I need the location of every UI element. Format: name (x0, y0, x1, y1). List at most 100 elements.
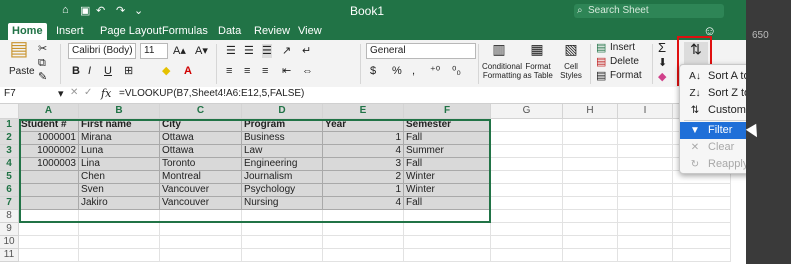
cell-g10[interactable] (491, 236, 563, 249)
format-painter-icon[interactable]: ✎ (38, 70, 47, 84)
cell-d5[interactable]: Journalism (242, 171, 323, 184)
cell-b6[interactable]: Sven (79, 184, 160, 197)
autosum-button[interactable]: Σ (658, 41, 666, 55)
cell-i7[interactable] (618, 197, 673, 210)
align-bottom-icon[interactable]: ☰ (262, 44, 272, 58)
cell-d7[interactable]: Nursing (242, 197, 323, 210)
cell-styles-label[interactable]: Cell Styles (558, 62, 584, 80)
row-header-8[interactable]: 8 (0, 210, 19, 223)
cell-e10[interactable] (323, 236, 404, 249)
orientation-icon[interactable]: ↗ (282, 44, 291, 58)
format-as-table-label[interactable]: Format as Table (520, 62, 556, 80)
cell-f2[interactable]: Fall (404, 132, 491, 145)
cell-d3[interactable]: Law (242, 145, 323, 158)
cell-a6[interactable] (19, 184, 79, 197)
row-header-9[interactable]: 9 (0, 223, 19, 236)
cell-styles-icon[interactable]: ▧ (560, 42, 582, 56)
column-header-a[interactable]: A (19, 104, 79, 119)
row-header-4[interactable]: 4 (0, 158, 19, 171)
cell-h7[interactable] (563, 197, 618, 210)
cell-b8[interactable] (79, 210, 160, 223)
format-cells-icon[interactable]: ▤ (596, 69, 606, 83)
cell-a1[interactable]: Student # (19, 119, 79, 132)
cell-g7[interactable] (491, 197, 563, 210)
cell-h11[interactable] (563, 249, 618, 262)
cell-h5[interactable] (563, 171, 618, 184)
column-header-h[interactable]: H (563, 104, 618, 119)
cell-h3[interactable] (563, 145, 618, 158)
column-header-b[interactable]: B (79, 104, 160, 119)
name-box[interactable]: F7 (4, 88, 16, 99)
cell-h2[interactable] (563, 132, 618, 145)
cell-h9[interactable] (563, 223, 618, 236)
cell-d9[interactable] (242, 223, 323, 236)
fill-color-icon[interactable]: ◆ (162, 64, 170, 78)
cell-i11[interactable] (618, 249, 673, 262)
cell-g5[interactable] (491, 171, 563, 184)
clear-eraser-icon[interactable]: ◆ (658, 70, 666, 84)
percent-button[interactable]: % (392, 64, 402, 78)
bold-button[interactable]: B (72, 64, 80, 78)
align-center-icon[interactable]: ≡ (244, 64, 250, 78)
cell-b3[interactable]: Luna (79, 145, 160, 158)
cell-b2[interactable]: Mirana (79, 132, 160, 145)
cell-i3[interactable] (618, 145, 673, 158)
align-left-icon[interactable]: ≡ (226, 64, 232, 78)
formula-input[interactable]: =VLOOKUP(B7,Sheet4!A6:E12,5,FALSE) (119, 88, 304, 99)
insert-cells-icon[interactable]: ▤ (596, 41, 606, 55)
cell-i6[interactable] (618, 184, 673, 197)
row-header-1[interactable]: 1 (0, 119, 19, 132)
cell-e4[interactable]: 3 (323, 158, 404, 171)
cell-f8[interactable] (404, 210, 491, 223)
decrease-font-icon[interactable]: A▾ (195, 44, 208, 58)
cell-h10[interactable] (563, 236, 618, 249)
decrease-decimal-icon[interactable]: ⁰₀ (452, 64, 461, 78)
name-box-dropdown-icon[interactable]: ▾ (58, 87, 64, 100)
cell-f5[interactable]: Winter (404, 171, 491, 184)
cell-e7[interactable]: 4 (323, 197, 404, 210)
cell-e5[interactable]: 2 (323, 171, 404, 184)
cell-d2[interactable]: Business (242, 132, 323, 145)
cell-j9[interactable] (673, 223, 731, 236)
cell-i2[interactable] (618, 132, 673, 145)
cell-i5[interactable] (618, 171, 673, 184)
row-header-10[interactable]: 10 (0, 236, 19, 249)
paste-clipboard-icon[interactable]: ▤ (8, 39, 30, 59)
cell-a10[interactable] (19, 236, 79, 249)
align-right-icon[interactable]: ≡ (262, 64, 268, 78)
search-sheet-input[interactable]: ⌕ Search Sheet (574, 4, 724, 18)
column-header-c[interactable]: C (160, 104, 242, 119)
cell-j6[interactable] (673, 184, 731, 197)
cell-j10[interactable] (673, 236, 731, 249)
column-header-f[interactable]: F (404, 104, 491, 119)
cell-d8[interactable] (242, 210, 323, 223)
align-middle-icon[interactable]: ☰ (244, 44, 254, 58)
save-icon[interactable]: ▣ (80, 4, 90, 17)
cell-b1[interactable]: First name (79, 119, 160, 132)
cell-j7[interactable] (673, 197, 731, 210)
cell-a3[interactable]: 1000002 (19, 145, 79, 158)
redo-icon[interactable]: ↷ (116, 4, 125, 17)
cell-e2[interactable]: 1 (323, 132, 404, 145)
align-top-icon[interactable]: ☰ (226, 44, 236, 58)
cell-b10[interactable] (79, 236, 160, 249)
cell-e1[interactable]: Year (323, 119, 404, 132)
cell-f9[interactable] (404, 223, 491, 236)
cell-a8[interactable] (19, 210, 79, 223)
fill-icon[interactable]: ⬇ (658, 56, 667, 70)
cell-g4[interactable] (491, 158, 563, 171)
cell-f3[interactable]: Summer (404, 145, 491, 158)
conditional-formatting-icon[interactable]: ▥ (488, 42, 510, 56)
cell-c1[interactable]: City (160, 119, 242, 132)
cell-b9[interactable] (79, 223, 160, 236)
font-color-icon[interactable]: A (184, 64, 192, 78)
cell-i4[interactable] (618, 158, 673, 171)
cell-g2[interactable] (491, 132, 563, 145)
cell-a5[interactable] (19, 171, 79, 184)
column-header-e[interactable]: E (323, 104, 404, 119)
row-header-11[interactable]: 11 (0, 249, 19, 262)
cell-e8[interactable] (323, 210, 404, 223)
tab-view[interactable]: View (294, 23, 326, 40)
format-as-table-icon[interactable]: ▦ (526, 42, 548, 56)
cell-b7[interactable]: Jakiro (79, 197, 160, 210)
